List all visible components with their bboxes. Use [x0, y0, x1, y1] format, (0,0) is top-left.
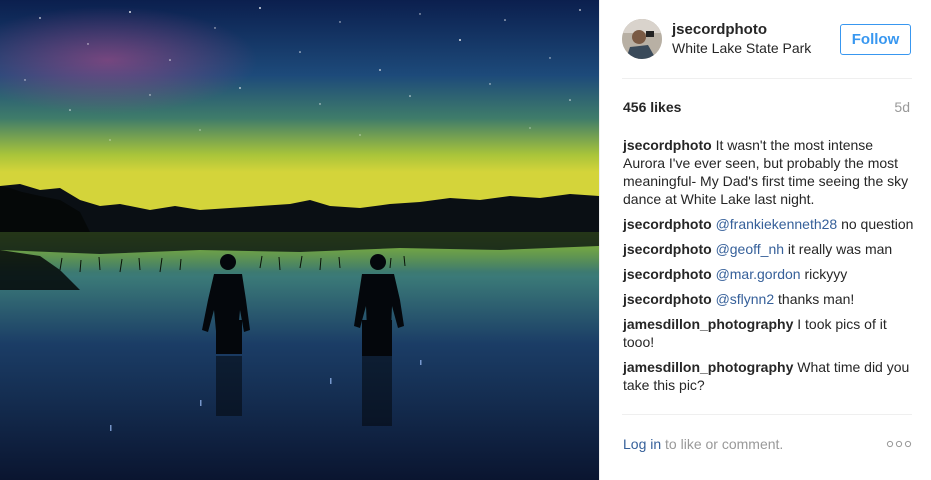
comment-username[interactable]: jsecordphoto [623, 137, 712, 153]
comment-username[interactable]: jamesdillon_photography [623, 316, 793, 332]
comment-username[interactable]: jsecordphoto [623, 241, 712, 257]
divider [622, 414, 912, 415]
login-prompt-text: to like or comment. [665, 436, 784, 452]
comment-username[interactable]: jsecordphoto [623, 216, 712, 232]
login-link[interactable]: Log in [623, 436, 661, 452]
post-age[interactable]: 5d [894, 99, 910, 115]
more-options-icon[interactable] [886, 440, 912, 448]
comment-mention[interactable]: @sflynn2 [716, 291, 775, 307]
comment-item: jsecordphoto It wasn't the most intense … [623, 136, 915, 208]
comment-mention[interactable]: @geoff_nh [716, 241, 784, 257]
post-location[interactable]: White Lake State Park [672, 40, 811, 56]
comment-text: thanks man! [778, 291, 855, 307]
post-author-username[interactable]: jsecordphoto [672, 21, 767, 38]
comment-username[interactable]: jsecordphoto [623, 266, 712, 282]
post-header: jsecordphoto White Lake State Park Follo… [600, 0, 931, 78]
comments-list: jsecordphoto It wasn't the most intense … [623, 136, 915, 401]
divider [622, 78, 912, 79]
comment-item: jsecordphoto @frankiekenneth28 no questi… [623, 215, 915, 233]
comment-text: no question [841, 216, 914, 232]
aurora-landscape-photo [0, 0, 599, 480]
comment-username[interactable]: jsecordphoto [623, 291, 712, 307]
comment-item: jamesdillon_photography What time did yo… [623, 358, 915, 394]
likes-count[interactable]: 456 likes [623, 99, 681, 115]
user-avatar-icon [622, 19, 662, 59]
comment-item: jamesdillon_photography I took pics of i… [623, 315, 915, 351]
comment-text: it really was man [787, 241, 893, 257]
comment-mention[interactable]: @mar.gordon [716, 266, 801, 282]
comment-item: jsecordphoto @mar.gordon rickyyy [623, 265, 915, 283]
comment-text: rickyyy [804, 266, 848, 282]
comment-username[interactable]: jamesdillon_photography [623, 359, 793, 375]
comment-item: jsecordphoto @sflynn2 thanks man! [623, 290, 915, 308]
post-photo[interactable] [0, 0, 599, 480]
comment-mention[interactable]: @frankiekenneth28 [716, 216, 838, 232]
login-prompt: Log in to like or comment. [623, 436, 783, 452]
post-details-panel: jsecordphoto White Lake State Park Follo… [599, 0, 931, 480]
follow-button[interactable]: Follow [840, 24, 911, 55]
avatar[interactable] [622, 19, 662, 59]
comment-item: jsecordphoto @geoff_nh it really was man [623, 240, 915, 258]
